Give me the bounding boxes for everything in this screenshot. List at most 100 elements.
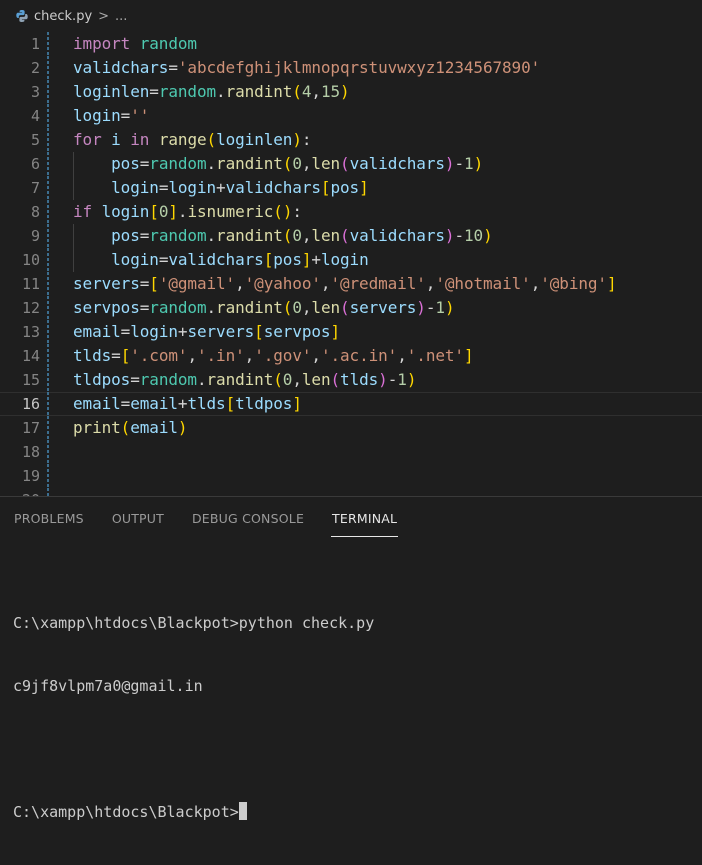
- gutter-change-marker: [47, 248, 49, 272]
- code-text: pos=random.randint(0,len(validchars)-1): [73, 152, 483, 176]
- code-token: 'abcdefghijklmnopqrstuvwxyz1234567890': [177, 58, 541, 77]
- code-token: =: [120, 394, 131, 413]
- code-token: (: [340, 298, 350, 317]
- code-token: pos: [330, 178, 360, 197]
- code-line[interactable]: 2 validchars='abcdefghijklmnopqrstuvwxyz1…: [0, 56, 702, 80]
- code-token: randint: [216, 298, 283, 317]
- tab-debug-console[interactable]: DEBUG CONSOLE: [178, 497, 318, 541]
- gutter-change-marker: [47, 80, 49, 104]
- code-token: :: [301, 130, 312, 149]
- code-token: ,: [311, 82, 321, 101]
- code-line[interactable]: 18: [0, 440, 702, 464]
- code-line[interactable]: 6 pos=random.randint(0,len(validchars)-1…: [0, 152, 702, 176]
- line-number: 11: [21, 275, 40, 293]
- code-token: 0: [158, 202, 169, 221]
- code-line[interactable]: 14 tlds=['.com','.in','.gov','.ac.in','.n…: [0, 344, 702, 368]
- code-line[interactable]: 9 pos=random.randint(0,len(validchars)-1…: [0, 224, 702, 248]
- gutter-change-marker: [47, 368, 49, 392]
- panel-tabs: PROBLEMS OUTPUT DEBUG CONSOLE TERMINAL: [0, 497, 702, 541]
- code-editor[interactable]: 1 import random 2 validchars='abcdefghijklm…: [0, 32, 702, 496]
- code-token: randint: [206, 370, 274, 389]
- code-token: tlds: [187, 394, 226, 413]
- code-token: email: [130, 394, 178, 413]
- code-token: len: [311, 154, 341, 173]
- line-number: 18: [21, 443, 40, 461]
- code-token: tlds: [73, 346, 112, 365]
- breadcrumb-file[interactable]: check.py: [34, 9, 92, 24]
- code-line[interactable]: 17 print(email): [0, 416, 702, 440]
- breadcrumb-symbols[interactable]: ...: [115, 9, 127, 24]
- code-token: ,: [530, 274, 541, 293]
- chevron-right-icon: >: [98, 8, 110, 24]
- line-number: 3: [30, 83, 40, 101]
- line-number: 8: [30, 203, 40, 221]
- code-token: ): [292, 130, 302, 149]
- gutter-change-marker: [47, 320, 49, 344]
- code-token: ,: [301, 226, 312, 245]
- code-token: servers: [73, 274, 140, 293]
- gutter-change-marker: [47, 416, 49, 440]
- code-token: tldpos: [73, 370, 131, 389]
- code-line[interactable]: 15 tldpos=random.randint(0,len(tlds)-1): [0, 368, 702, 392]
- code-token: in: [130, 130, 150, 149]
- code-token: ]: [168, 202, 178, 221]
- tab-output[interactable]: OUTPUT: [98, 497, 178, 541]
- code-text: servpos=random.randint(0,len(servers)-1): [73, 296, 455, 320]
- code-line[interactable]: 11 servers=['@gmail','@yahoo','@redmail',…: [0, 272, 702, 296]
- tab-problems[interactable]: PROBLEMS: [0, 497, 98, 541]
- code-line[interactable]: 12 servpos=random.randint(0,len(servers)-…: [0, 296, 702, 320]
- code-token: servers: [187, 322, 255, 341]
- code-token: '.ac.in': [320, 346, 398, 365]
- code-token: '': [130, 106, 150, 125]
- line-number: 4: [30, 107, 40, 125]
- code-line[interactable]: 20: [0, 488, 702, 496]
- code-token: -: [425, 298, 436, 317]
- code-token: (: [340, 154, 350, 173]
- code-text: tldpos=random.randint(0,len(tlds)-1): [73, 368, 416, 392]
- code-token: ): [282, 202, 293, 221]
- code-line[interactable]: 16 email=email+tlds[tldpos]: [0, 392, 702, 416]
- code-token: randint: [225, 82, 293, 101]
- code-line[interactable]: 5 for i in range(loginlen):: [0, 128, 702, 152]
- code-line[interactable]: 13 email=login+servers[servpos]: [0, 320, 702, 344]
- code-line[interactable]: 4 login='': [0, 104, 702, 128]
- code-token: ]: [359, 178, 369, 197]
- code-line[interactable]: 8 if login[0].isnumeric():: [0, 200, 702, 224]
- code-line[interactable]: 19: [0, 464, 702, 488]
- code-token: +: [311, 250, 321, 269]
- code-token: pos: [111, 154, 140, 173]
- code-token: ,: [244, 346, 255, 365]
- code-token: '@yahoo': [244, 274, 321, 293]
- code-line[interactable]: 3 loginlen=random.randint(4,15): [0, 80, 702, 104]
- code-token: =: [139, 298, 150, 317]
- code-token: ,: [301, 154, 312, 173]
- line-number: 20: [0, 488, 40, 496]
- gutter-change-marker: [47, 296, 49, 320]
- code-token: [: [120, 346, 131, 365]
- indent-guide: [73, 224, 74, 248]
- gutter-change-marker: [47, 464, 49, 488]
- code-token: random: [149, 226, 207, 245]
- code-token: loginlen: [216, 130, 293, 149]
- code-token: validchars: [73, 58, 169, 77]
- tab-terminal[interactable]: TERMINAL: [318, 497, 411, 541]
- code-text: login='': [73, 104, 149, 128]
- code-token: validchars: [225, 178, 321, 197]
- code-token: =: [149, 82, 159, 101]
- terminal-output[interactable]: C:\xampp\htdocs\Blackpot>python check.py…: [13, 571, 374, 865]
- code-token: (: [330, 370, 341, 389]
- code-token: 15: [320, 82, 341, 101]
- code-token: '.gov': [254, 346, 312, 365]
- code-line[interactable]: 7 login=login+validchars[pos]: [0, 176, 702, 200]
- terminal-prompt-line[interactable]: C:\xampp\htdocs\Blackpot>: [13, 802, 374, 823]
- code-token: =: [139, 154, 150, 173]
- code-line[interactable]: 1 import random: [0, 32, 702, 56]
- code-line[interactable]: 10 login=validchars[pos]+login: [0, 248, 702, 272]
- code-token: login: [73, 106, 121, 125]
- code-token: '.in': [196, 346, 245, 365]
- code-token: random: [149, 298, 207, 317]
- code-token: randint: [216, 226, 283, 245]
- code-token: ,: [292, 370, 302, 389]
- code-text: login=validchars[pos]+login: [73, 248, 369, 272]
